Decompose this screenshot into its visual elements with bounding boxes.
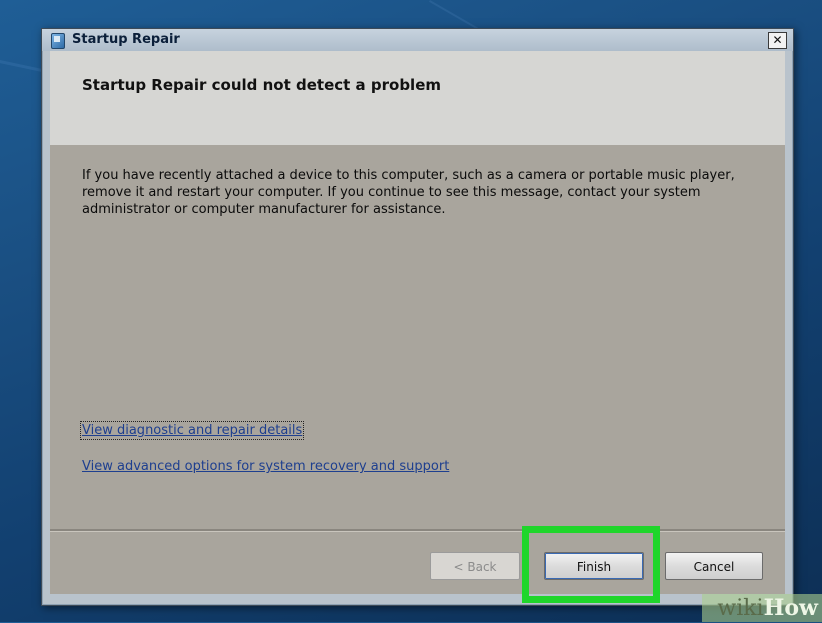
back-button[interactable]: < Back bbox=[430, 552, 520, 580]
content-area: If you have recently attached a device t… bbox=[50, 145, 785, 529]
watermark-wiki: wiki bbox=[717, 596, 764, 621]
startup-repair-window: Startup Repair ✕ Startup Repair could no… bbox=[41, 28, 794, 606]
close-button[interactable]: ✕ bbox=[768, 32, 787, 49]
title-bar[interactable]: Startup Repair ✕ bbox=[42, 29, 793, 51]
view-diagnostic-details-link[interactable]: View diagnostic and repair details bbox=[79, 421, 305, 440]
page-title: Startup Repair could not detect a proble… bbox=[82, 76, 442, 94]
header-band: Startup Repair could not detect a proble… bbox=[50, 51, 785, 145]
info-message: If you have recently attached a device t… bbox=[82, 168, 735, 217]
watermark-how: How bbox=[763, 595, 818, 621]
cancel-button[interactable]: Cancel bbox=[665, 552, 763, 580]
button-bar: < Back Finish Cancel bbox=[50, 532, 785, 594]
finish-highlight-box bbox=[522, 526, 660, 603]
wikihow-watermark: wikiHow bbox=[702, 594, 822, 622]
view-advanced-options-link[interactable]: View advanced options for system recover… bbox=[82, 459, 449, 474]
window-title: Startup Repair bbox=[72, 32, 180, 47]
startup-repair-icon bbox=[51, 33, 65, 49]
